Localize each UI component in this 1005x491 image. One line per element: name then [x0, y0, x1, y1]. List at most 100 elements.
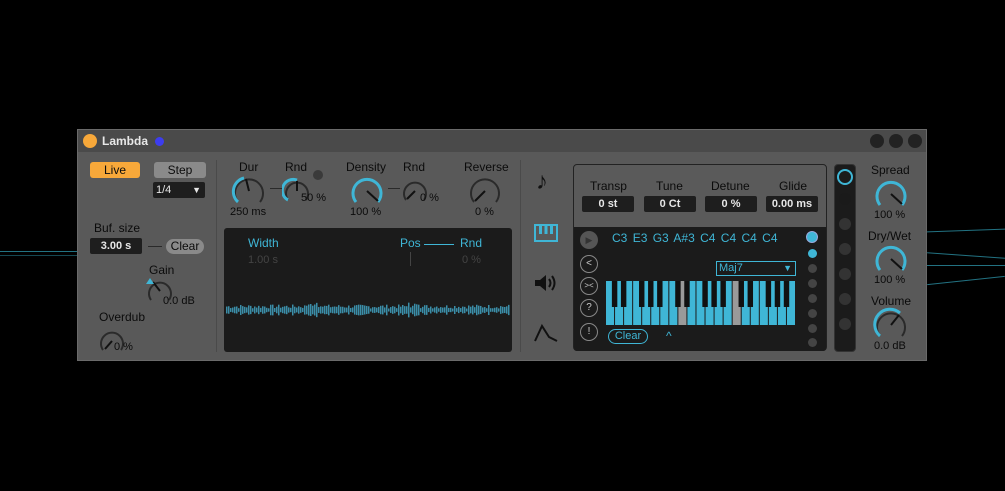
glide-field[interactable]: 0.00 ms [766, 196, 818, 212]
black-key[interactable] [720, 281, 726, 307]
note-item[interactable]: C4 [700, 231, 715, 245]
waveform-bar [500, 306, 502, 314]
black-key[interactable] [639, 281, 645, 307]
piano-keyboard[interactable] [606, 281, 796, 325]
waveform-bar [406, 306, 408, 314]
dur-rnd-value: 50 % [301, 192, 327, 204]
waveform-bar [236, 306, 238, 314]
waveform-bar [396, 308, 398, 312]
waveform-bar [468, 305, 470, 315]
black-key[interactable] [774, 281, 781, 307]
waveform-bar [506, 306, 508, 314]
preset-dot[interactable] [839, 193, 851, 205]
chord-select-value: Maj7 [719, 262, 743, 274]
chord-select[interactable]: Maj7 ▼ [716, 261, 796, 276]
waveform-bar [314, 304, 316, 316]
preset-dot[interactable] [839, 293, 851, 305]
slot-dot[interactable] [808, 264, 817, 273]
waveform-bar [252, 308, 254, 312]
help-icon[interactable]: ? [580, 299, 598, 317]
note-item[interactable]: C3 [612, 231, 627, 245]
black-key[interactable] [620, 281, 627, 307]
waveform-display[interactable]: Width 1.00 s Pos Rnd 0 % [224, 228, 512, 352]
preset-dot[interactable] [839, 243, 851, 255]
chevron-down-icon: ▼ [783, 263, 792, 273]
black-key[interactable] [657, 281, 663, 307]
hotswap-icon[interactable] [870, 134, 884, 148]
waveform-bar [282, 306, 284, 314]
bufsize-field[interactable]: 3.00 s [90, 238, 142, 254]
chord-clear-button[interactable]: Clear [608, 329, 648, 344]
edit-icon[interactable] [889, 134, 903, 148]
preset-dot[interactable] [839, 218, 851, 230]
waveform-bar [446, 305, 448, 315]
cable-line [927, 275, 1005, 286]
buffer-clear-button[interactable]: Clear [166, 239, 204, 254]
black-key[interactable] [747, 281, 754, 307]
slot-dot[interactable] [806, 231, 818, 243]
rnd-label: Rnd [460, 236, 483, 250]
info-icon[interactable]: ! [580, 323, 598, 341]
volume-knob[interactable] [873, 307, 909, 343]
live-button[interactable]: Live [90, 162, 140, 178]
piano-icon[interactable] [534, 224, 558, 242]
note-item[interactable]: A#3 [673, 231, 694, 245]
waveform-bar [464, 306, 466, 314]
note-item[interactable]: C4 [721, 231, 736, 245]
drywet-value: 100 % [874, 274, 906, 286]
note-item[interactable]: G3 [653, 231, 669, 245]
density-knob[interactable] [349, 173, 385, 209]
waveform-bar [240, 304, 242, 316]
waveform-bar [504, 306, 506, 314]
power-toggle[interactable] [83, 134, 97, 148]
black-key[interactable] [738, 281, 744, 307]
black-key[interactable] [611, 281, 618, 307]
black-key[interactable] [783, 281, 790, 307]
slot-dot[interactable] [808, 324, 817, 333]
speaker-icon[interactable] [533, 273, 559, 293]
slot-dot[interactable] [808, 309, 817, 318]
note-item[interactable]: E3 [633, 231, 648, 245]
note-icon[interactable]: ♪ [536, 168, 548, 196]
reverse-knob[interactable] [467, 173, 503, 209]
swap-icon[interactable]: >< [580, 277, 598, 295]
note-item[interactable]: C4 [741, 231, 756, 245]
slot-dot[interactable] [808, 279, 817, 288]
waveform-bar [266, 307, 268, 313]
black-key[interactable] [765, 281, 772, 307]
slot-dot[interactable] [808, 294, 817, 303]
dur-value: 250 ms [230, 206, 267, 218]
shift-left-icon[interactable]: < [580, 255, 598, 273]
play-icon[interactable]: ▶ [580, 231, 598, 249]
black-key[interactable] [711, 281, 717, 307]
envelope-icon[interactable] [533, 323, 559, 343]
waveform-bar [228, 306, 230, 314]
spread-knob[interactable] [873, 176, 909, 212]
step-select[interactable]: 1/4 ▼ [153, 182, 205, 198]
slot-dot[interactable] [808, 249, 817, 258]
save-icon[interactable] [908, 134, 922, 148]
waveform-bar [488, 304, 490, 316]
black-key[interactable] [702, 281, 708, 307]
sync-dot[interactable] [313, 170, 323, 180]
tune-field[interactable]: 0 Ct [644, 196, 696, 212]
waveform-bar [372, 307, 374, 313]
note-item[interactable]: C4 [762, 231, 777, 245]
waveform-bar [470, 306, 472, 314]
preset-dot[interactable] [839, 318, 851, 330]
drywet-knob[interactable] [873, 241, 909, 277]
black-key[interactable] [648, 281, 654, 307]
transp-field[interactable]: 0 st [582, 196, 634, 212]
black-key[interactable] [684, 281, 690, 307]
waveform-bar [494, 307, 496, 313]
waveform-bar [258, 305, 260, 315]
preset-dot[interactable] [839, 268, 851, 280]
spread-label: Spread [871, 163, 910, 177]
detune-field[interactable]: 0 % [705, 196, 757, 212]
waveform-bar [250, 305, 252, 315]
dur-knob[interactable] [231, 173, 267, 209]
black-key[interactable] [675, 281, 681, 307]
slot-dot[interactable] [808, 338, 817, 347]
preset-dot[interactable] [837, 169, 853, 185]
step-button[interactable]: Step [154, 162, 206, 178]
